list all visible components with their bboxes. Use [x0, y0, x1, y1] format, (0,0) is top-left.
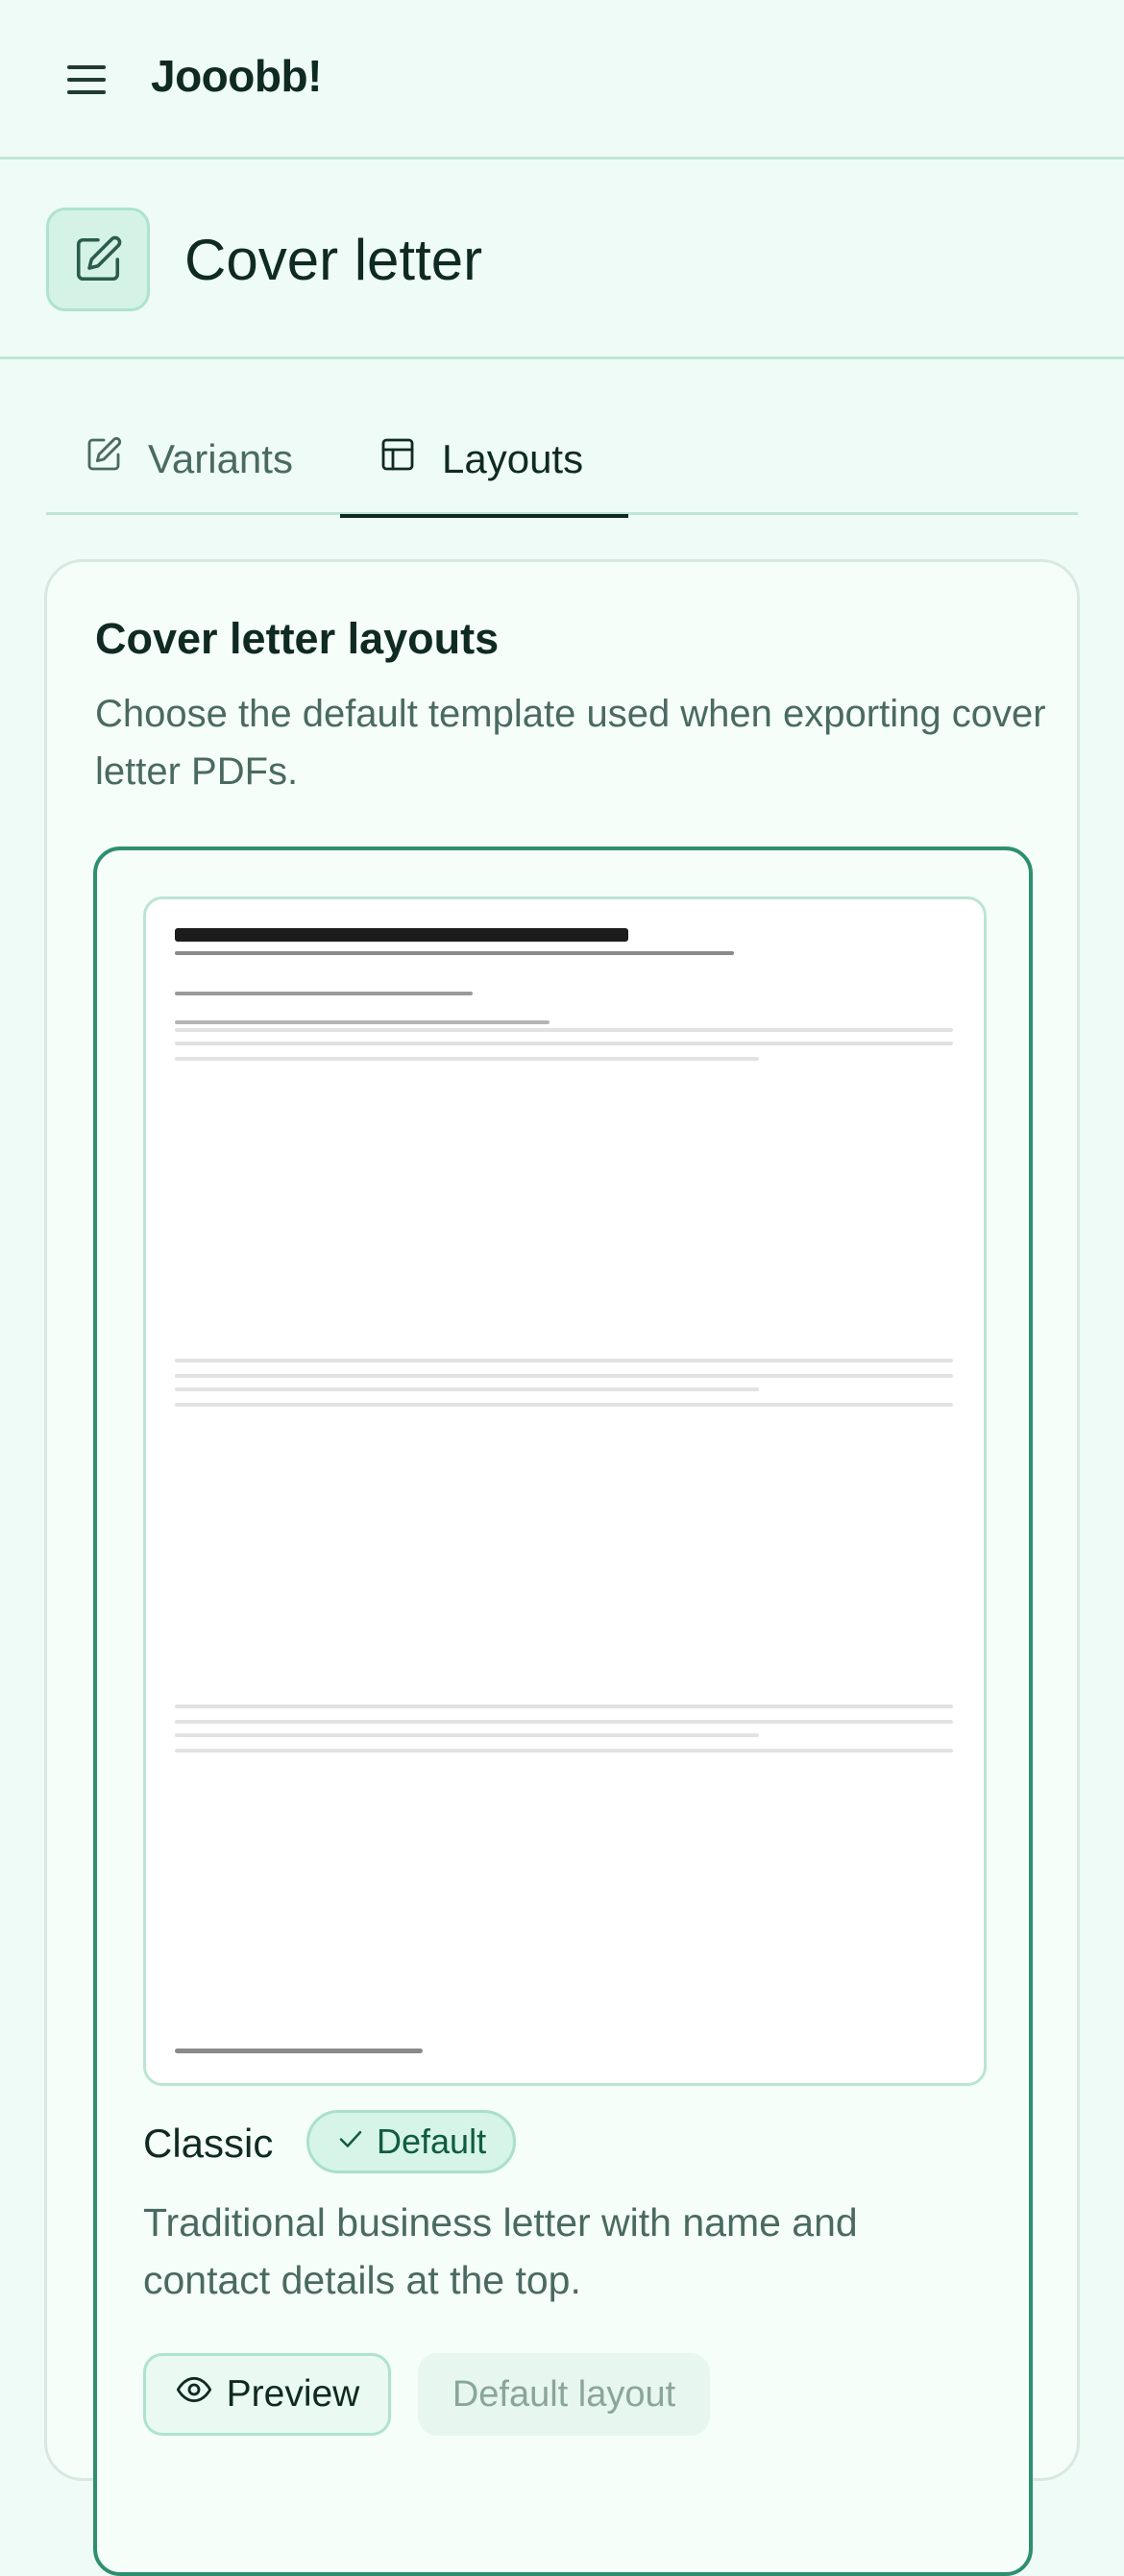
- tab-label: Variants: [148, 436, 293, 481]
- tab-variants[interactable]: Variants: [46, 404, 340, 515]
- page-header: Cover letter: [0, 159, 1124, 359]
- page-title: Cover letter: [184, 228, 483, 292]
- preview-label: Preview: [226, 2373, 360, 2415]
- layout-description: Traditional business letter with name an…: [143, 2200, 858, 2302]
- default-badge: Default: [306, 2110, 517, 2173]
- edit-square-icon: [46, 208, 150, 311]
- layout-thumbnail: [143, 896, 987, 2086]
- tab-label: Layouts: [442, 436, 584, 481]
- layout-card-classic[interactable]: Classic Default Traditional business let…: [93, 846, 1033, 2576]
- badge-label: Default: [377, 2122, 487, 2161]
- panel-description: Choose the default template used when ex…: [95, 693, 1046, 793]
- tab-layouts[interactable]: Layouts: [340, 404, 628, 518]
- tab-bar: Variants Layouts: [46, 404, 1078, 518]
- top-bar: Jooobb!: [0, 0, 1124, 159]
- preview-button[interactable]: Preview: [143, 2353, 391, 2436]
- panel-title: Cover letter layouts: [95, 614, 500, 663]
- layouts-panel: Cover letter layouts Choose the default …: [44, 559, 1080, 2576]
- check-icon: [336, 2122, 365, 2162]
- layout-template-icon: [379, 435, 417, 483]
- brand-logo[interactable]: Jooobb!: [151, 50, 322, 102]
- eye-icon: [175, 2370, 213, 2418]
- set-default-layout-button[interactable]: Default layout: [418, 2353, 710, 2436]
- layout-name: Classic: [143, 2121, 274, 2166]
- menu-icon[interactable]: [63, 60, 110, 100]
- edit-square-icon: [85, 435, 123, 483]
